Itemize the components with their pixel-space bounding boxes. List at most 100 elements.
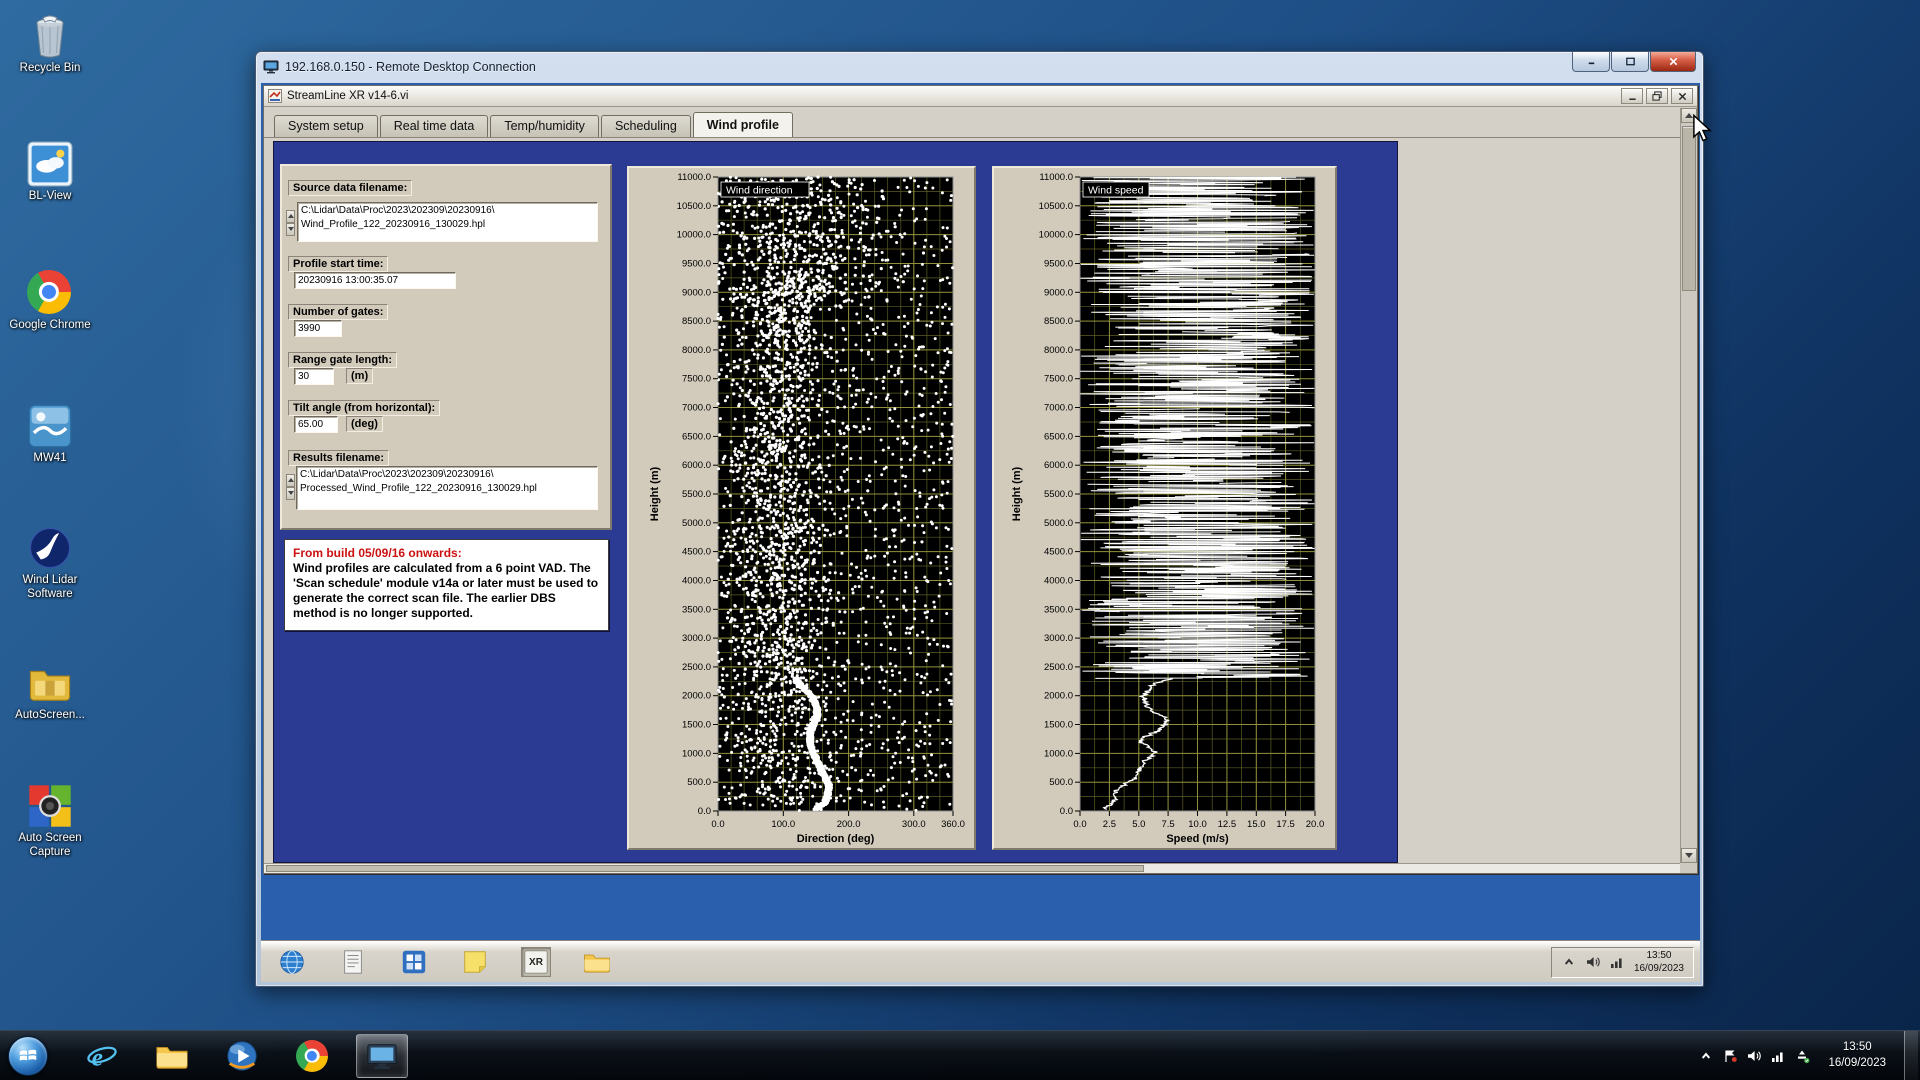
x-tick-label: 12.5 (1218, 819, 1237, 830)
settings-panel: Source data filename: C:\Lidar\Data\Proc… (280, 164, 612, 530)
action-center-icon[interactable] (1721, 1047, 1738, 1064)
range-gate-length-value[interactable]: 30 (294, 368, 334, 385)
x-axis-label: Speed (m/s) (1166, 833, 1229, 845)
y-tick-label: 8000.0 (1044, 345, 1073, 356)
tab-system-setup[interactable]: System setup (274, 115, 378, 137)
y-tick-label: 6000.0 (1044, 460, 1073, 471)
remote-taskbar-button-browser[interactable] (277, 947, 307, 977)
desktop-icon-wind-lidar-software[interactable]: Wind Lidar Software (4, 525, 96, 601)
taskbar-button-remote-desktop[interactable] (356, 1034, 408, 1078)
results-filename-scrollbar[interactable] (286, 474, 295, 500)
remote-taskbar-button-text-editor[interactable] (338, 947, 368, 977)
rdp-window-title: 192.168.0.150 - Remote Desktop Connectio… (285, 60, 536, 74)
horizontal-scroll-thumb[interactable] (266, 865, 1144, 872)
desktop-icon-autoscreen[interactable]: AutoScreen... (4, 660, 96, 723)
y-tick-label: 2000.0 (682, 691, 711, 702)
vertical-scroll-thumb[interactable] (1682, 126, 1696, 291)
network-icon[interactable] (1609, 954, 1626, 971)
app-restore-button[interactable] (1646, 88, 1668, 104)
show-desktop-button[interactable] (1904, 1031, 1918, 1080)
y-tick-label: 6500.0 (682, 431, 711, 442)
app-vertical-scrollbar[interactable] (1680, 108, 1697, 863)
taskbar-button-windows-media-player[interactable] (216, 1034, 268, 1078)
x-tick-label: 0.0 (711, 819, 724, 830)
x-tick-label: 10.0 (1188, 819, 1207, 830)
desktop-icon-label: Auto Screen Capture (4, 832, 96, 859)
volume-icon[interactable] (1745, 1047, 1762, 1064)
tab-real-time-data[interactable]: Real time data (380, 115, 489, 137)
y-tick-label: 2500.0 (682, 662, 711, 673)
app-titlebar[interactable]: StreamLine XR v14-6.vi (264, 86, 1697, 107)
taskbar-clock[interactable]: 13:50 16/09/2023 (1828, 1040, 1886, 1071)
source-filename-label: Source data filename: (288, 180, 412, 196)
x-tick-label: 7.5 (1161, 819, 1174, 830)
app-minimize-button[interactable] (1621, 88, 1643, 104)
rdp-close-button[interactable] (1650, 52, 1696, 72)
source-filename-value[interactable]: C:\Lidar\Data\Proc\2023\202309\20230916\… (297, 202, 598, 242)
remote-desktop-screen: StreamLine XR v14-6.vi Sys (261, 83, 1700, 982)
y-tick-label: 10500.0 (1039, 201, 1073, 212)
volume-icon[interactable] (1585, 954, 1602, 971)
desktop-icon-google-chrome[interactable]: Google Chrome (4, 270, 96, 333)
x-tick-label: 0.0 (1073, 819, 1086, 830)
tab-temp-humidity[interactable]: Temp/humidity (490, 115, 599, 137)
network-icon[interactable] (1769, 1047, 1786, 1064)
x-tick-label: 15.0 (1247, 819, 1266, 830)
y-axis-label: Height (m) (649, 466, 661, 521)
remote-clock[interactable]: 13:50 16/09/2023 (1634, 949, 1684, 975)
desktop-icon-recycle-bin[interactable]: Recycle Bin (4, 13, 96, 76)
remote-taskbar-button-app-grid[interactable] (399, 947, 429, 977)
remote-taskbar-button-file-explorer[interactable] (582, 947, 612, 977)
system-tray: 13:50 16/09/2023 (1697, 1031, 1920, 1080)
remote-taskbar-button-notes[interactable] (460, 947, 490, 977)
front-panel: Source data filename: C:\Lidar\Data\Proc… (264, 137, 1680, 863)
safely-remove-icon[interactable] (1793, 1047, 1810, 1064)
y-tick-label: 9000.0 (1044, 287, 1073, 298)
tab-wind-profile[interactable]: Wind profile (693, 112, 793, 137)
start-button[interactable] (8, 1036, 48, 1076)
y-axis-label: Height (m) (1011, 466, 1023, 521)
rdp-maximize-button[interactable] (1611, 52, 1649, 72)
number-of-gates-value[interactable]: 3990 (294, 320, 342, 337)
rdp-minimize-button[interactable] (1572, 52, 1610, 72)
remote-taskbar-button-streamline-xr[interactable]: XR (521, 947, 551, 977)
plot-title: Wind speed (1088, 185, 1144, 197)
rdp-titlebar[interactable]: 192.168.0.150 - Remote Desktop Connectio… (256, 52, 1703, 82)
remote-tray-icons (1561, 954, 1626, 971)
hidden-icons-chevron-icon[interactable] (1697, 1047, 1714, 1064)
taskbar-button-google-chrome[interactable] (286, 1034, 338, 1078)
results-filename-value[interactable]: C:\Lidar\Data\Proc\2023\202309\20230916\… (296, 466, 598, 510)
bl-view-icon (27, 141, 73, 187)
y-tick-label: 5500.0 (1044, 489, 1073, 500)
scrollbar-corner (1680, 863, 1697, 873)
results-filename-label: Results filename: (288, 450, 389, 466)
streamline-app-window: StreamLine XR v14-6.vi Sys (263, 85, 1698, 874)
taskbar-pinned-apps: e (76, 1034, 408, 1078)
desktop-icon-label: Recycle Bin (4, 62, 96, 76)
plot-title: Wind direction (726, 185, 793, 197)
windows-flag-icon (17, 1045, 39, 1067)
app-close-button[interactable] (1671, 88, 1693, 104)
desktop-icon-label: Google Chrome (4, 319, 96, 333)
hidden-icons-chevron-icon[interactable] (1561, 954, 1578, 971)
wind-speed-chart-svg: 0.0500.01000.01500.02000.02500.03000.035… (994, 168, 1337, 850)
desktop-icon-auto-screen-capture[interactable]: Auto Screen Capture (4, 783, 96, 859)
app-horizontal-scrollbar[interactable] (264, 863, 1680, 873)
wind-lidar-software-icon (27, 525, 73, 571)
wind-profile-panel: Source data filename: C:\Lidar\Data\Proc… (273, 141, 1398, 863)
profile-start-time-value[interactable]: 20230916 13:00:35.07 (294, 272, 456, 289)
taskbar-button-internet-explorer[interactable]: e (76, 1034, 128, 1078)
build-notice: From build 05/09/16 onwards: Wind profil… (284, 539, 609, 631)
y-tick-label: 11000.0 (677, 172, 711, 183)
scroll-down-arrow[interactable] (1681, 848, 1697, 863)
tilt-angle-value[interactable]: 65.00 (294, 416, 338, 433)
desktop-icon-bl-view[interactable]: BL-View (4, 141, 96, 204)
y-tick-label: 4500.0 (1044, 547, 1073, 558)
wind-speed-chart: 0.0500.01000.01500.02000.02500.03000.035… (992, 166, 1337, 850)
desktop-icon-mw41[interactable]: MW41 (4, 403, 96, 466)
tab-scheduling[interactable]: Scheduling (601, 115, 691, 137)
host-taskbar: e 13:50 16/09/2023 (0, 1030, 1920, 1080)
source-filename-scrollbar[interactable] (286, 210, 295, 236)
y-tick-label: 2000.0 (1044, 691, 1073, 702)
taskbar-button-windows-explorer[interactable] (146, 1034, 198, 1078)
